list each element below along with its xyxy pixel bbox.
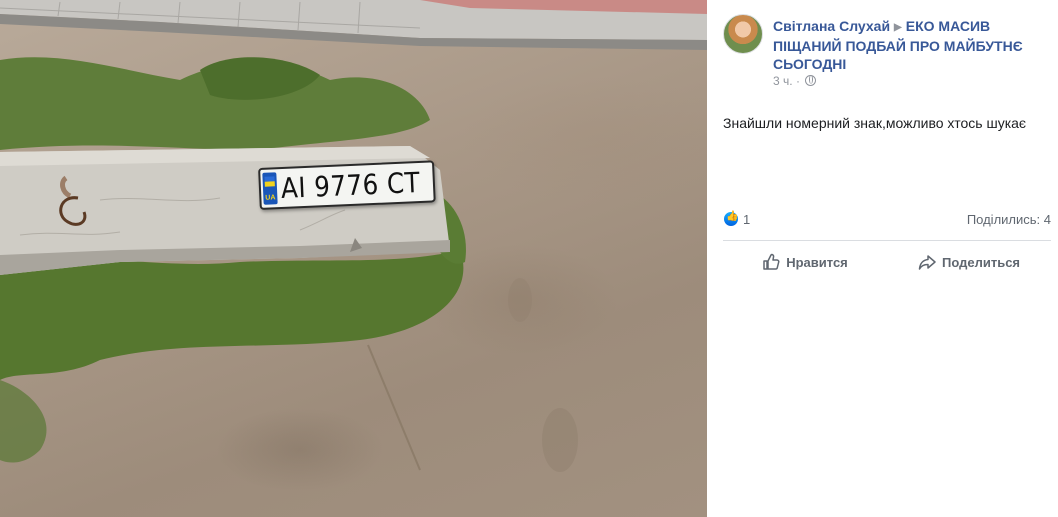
photo-scene xyxy=(0,0,707,472)
post-panel: Світлана Слухай ▶ ЕКО МАСИВ ПІЩАНИЙ ПОДБАЙ… xyxy=(707,0,1058,517)
globe-icon[interactable] xyxy=(805,75,817,86)
author-name-link[interactable]: Світлана Слухай xyxy=(773,18,890,34)
post-actions: Нравится Поделиться xyxy=(723,246,1051,278)
like-button[interactable]: Нравится xyxy=(723,246,887,278)
share-arrow-icon xyxy=(918,253,936,271)
post-timestamp[interactable]: 3 ч. xyxy=(773,74,793,88)
shares-count[interactable]: Поділились: 4 xyxy=(967,212,1051,227)
like-count[interactable]: 1 xyxy=(743,212,750,227)
reactions-bar: 1 Поділились: 4 xyxy=(723,210,1051,230)
like-button-label: Нравится xyxy=(786,254,848,270)
like-reaction-icon[interactable] xyxy=(723,211,739,227)
thumbs-up-icon xyxy=(762,253,780,271)
divider xyxy=(723,240,1051,241)
license-plate: UA AI 9776 CT xyxy=(258,160,436,210)
post-meta: 3 ч. · xyxy=(773,74,817,88)
plate-number: AI 9776 CT xyxy=(280,165,421,206)
post-text: Знайшли номерний знак,можливо хтось шука… xyxy=(723,115,1027,131)
share-button-label: Поделиться xyxy=(941,254,1021,270)
post-photo[interactable]: UA AI 9776 CT xyxy=(0,0,707,517)
ukraine-flag-icon: UA xyxy=(262,172,278,205)
post-header-title: Світлана Слухай ▶ ЕКО МАСИВ ПІЩАНИЙ ПОДБАЙ… xyxy=(773,17,1053,73)
author-avatar[interactable] xyxy=(723,14,763,54)
plate-region-label: UA xyxy=(265,194,276,202)
share-button[interactable]: Поделиться xyxy=(887,246,1051,278)
triangle-right-icon: ▶ xyxy=(894,22,902,33)
